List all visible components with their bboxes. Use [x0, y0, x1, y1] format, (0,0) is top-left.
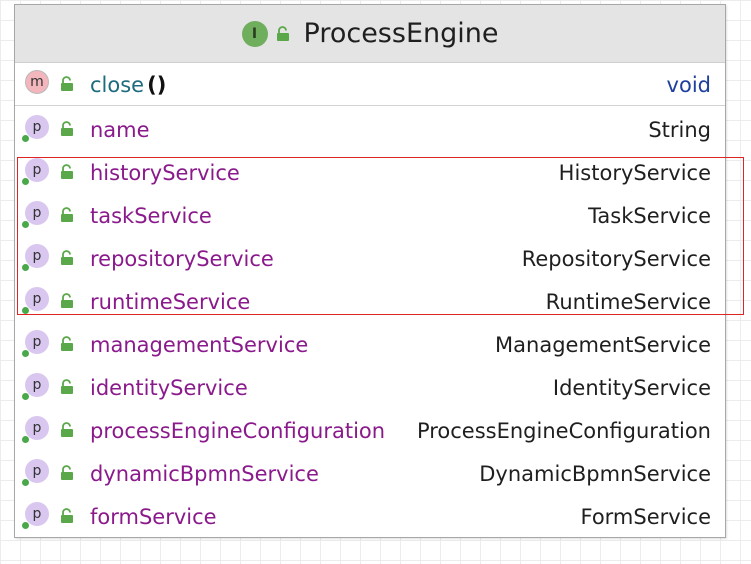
property-name: dynamicBpmnService [90, 462, 319, 486]
property-name: formService [90, 505, 217, 529]
property-type: RuntimeService [545, 290, 711, 314]
method-params: () [147, 73, 167, 97]
lock-icon [60, 293, 74, 309]
property-row-runtimeService[interactable]: p runtimeService RuntimeService [15, 280, 725, 323]
property-name: runtimeService [90, 290, 251, 314]
property-row-name[interactable]: p name String [15, 108, 725, 151]
lock-icon [60, 465, 74, 481]
static-dot-icon [22, 221, 29, 228]
property-type: TaskService [588, 204, 711, 228]
property-name: taskService [90, 204, 212, 228]
property-badge-icon: p [25, 373, 49, 397]
method-row-close[interactable]: m close() void [15, 63, 725, 106]
property-type: RepositoryService [521, 247, 711, 271]
property-row-historyService[interactable]: p historyService HistoryService [15, 151, 725, 194]
class-header[interactable]: I ProcessEngine [15, 5, 725, 63]
static-dot-icon [22, 307, 29, 314]
property-type: FormService [580, 505, 711, 529]
property-name: managementService [90, 333, 309, 357]
static-dot-icon [22, 350, 29, 357]
property-row-taskService[interactable]: p taskService TaskService [15, 194, 725, 237]
property-row-identityService[interactable]: p identityService IdentityService [15, 366, 725, 409]
property-name: repositoryService [90, 247, 274, 271]
property-badge-icon: p [25, 115, 49, 139]
static-dot-icon [22, 522, 29, 529]
lock-icon [60, 121, 74, 137]
static-dot-icon [22, 436, 29, 443]
property-type: String [648, 118, 711, 142]
property-row-repositoryService[interactable]: p repositoryService RepositoryService [15, 237, 725, 280]
lock-icon [60, 508, 74, 524]
property-type: ManagementService [495, 333, 711, 357]
property-type: ProcessEngineConfiguration [416, 419, 711, 443]
property-badge-icon: p [25, 330, 49, 354]
property-name: name [90, 118, 150, 142]
property-badge-icon: p [25, 416, 49, 440]
property-badge-icon: p [25, 244, 49, 268]
property-type: HistoryService [558, 161, 711, 185]
property-row-dynamicBpmnService[interactable]: p dynamicBpmnService DynamicBpmnService [15, 452, 725, 495]
static-dot-icon [22, 479, 29, 486]
property-badge-icon: p [25, 201, 49, 225]
property-type: DynamicBpmnService [479, 462, 711, 486]
lock-icon [60, 164, 74, 180]
uml-class-box[interactable]: I ProcessEngine m close() void p name St… [14, 4, 726, 538]
method-badge-icon: m [25, 70, 49, 94]
lock-icon [60, 76, 74, 92]
property-name: processEngineConfiguration [90, 419, 386, 443]
static-dot-icon [22, 264, 29, 271]
property-badge-icon: p [25, 459, 49, 483]
property-row-formService[interactable]: p formService FormService [15, 495, 725, 538]
property-row-managementService[interactable]: p managementService ManagementService [15, 323, 725, 366]
static-dot-icon [22, 393, 29, 400]
lock-icon [60, 207, 74, 223]
lock-icon [60, 379, 74, 395]
class-title: ProcessEngine [303, 18, 499, 49]
property-name: identityService [90, 376, 248, 400]
lock-icon [60, 250, 74, 266]
method-name: close [90, 73, 145, 97]
lock-icon [276, 25, 290, 42]
lock-icon [60, 422, 74, 438]
property-badge-icon: p [25, 287, 49, 311]
property-row-processEngineConfiguration[interactable]: p processEngineConfiguration ProcessEngi… [15, 409, 725, 452]
method-signature: close() [90, 73, 166, 97]
interface-icon: I [241, 20, 268, 47]
static-dot-icon [22, 178, 29, 185]
property-badge-icon: p [25, 158, 49, 182]
method-return-type: void [666, 73, 711, 97]
property-name: historyService [90, 161, 240, 185]
property-type: IdentityService [552, 376, 711, 400]
property-badge-icon: p [25, 502, 49, 526]
static-dot-icon [22, 135, 29, 142]
lock-icon [60, 336, 74, 352]
